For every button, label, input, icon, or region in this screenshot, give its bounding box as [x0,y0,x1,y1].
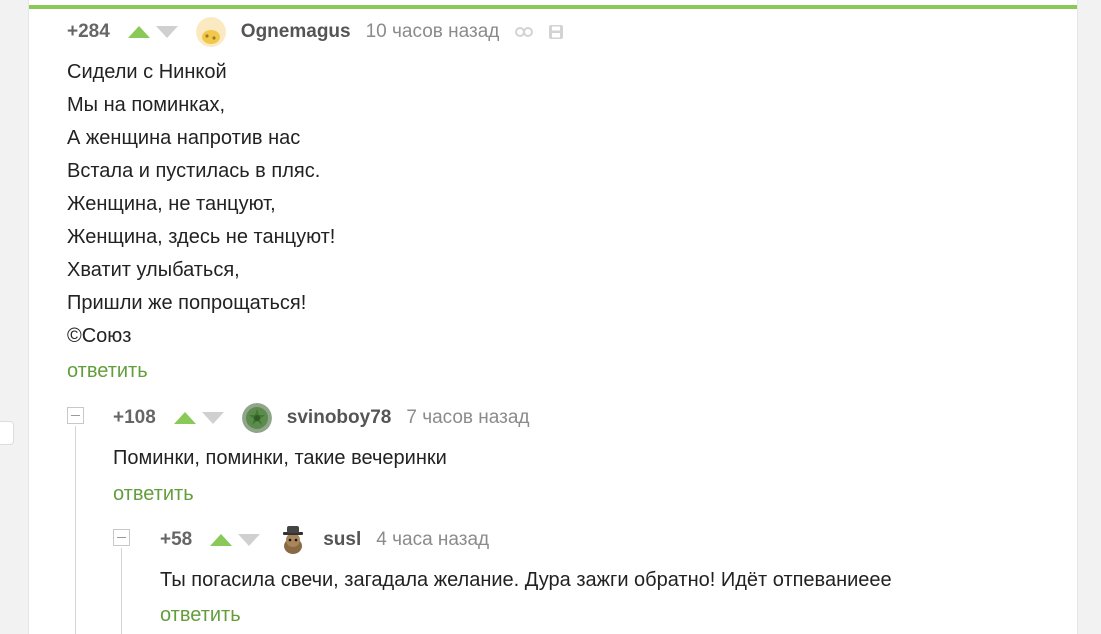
comment-line: Пришли же попрощаться! [67,292,307,314]
link-icon[interactable] [515,26,534,38]
comment-header: +108 svinoboy78 7 часов назад [113,403,530,433]
arrow-down-icon[interactable] [238,534,261,546]
avatar[interactable] [278,525,309,555]
comment-rating: +284 [67,21,110,42]
comments-card: +284 Ognemagus 10 часов назад Сидели с Н… [28,0,1078,634]
arrow-up-icon[interactable] [127,26,150,38]
reply-button[interactable]: ответить [67,360,148,383]
comment-time[interactable]: 10 часов назад [366,21,500,43]
comment-line: Ты погасила свечи, загадала желание. Дур… [160,569,892,591]
avatar[interactable] [195,17,226,47]
comment-header: +58 susl 4 часа назад [160,525,489,555]
comment-line: Поминки, поминки, такие вечеринки [113,447,447,469]
collapse-icon[interactable] [67,407,84,424]
comment-line: Женщина, не танцуют, [67,193,276,215]
comment-rating: +58 [160,529,193,550]
comment-line: Хватит улыбаться, [67,259,240,281]
comment-username[interactable]: Ognemagus [241,21,351,43]
thread-line[interactable] [121,548,122,634]
arrow-down-icon[interactable] [155,26,178,38]
comment-line: Женщина, здесь не танцуют! [67,226,336,248]
comment-text: Сидели с Нинкой Мы на поминках, А женщин… [67,56,335,353]
comment-line: Мы на поминках, [67,94,226,116]
comment-line: Встала и пустилась в пляс. [67,160,321,182]
collapse-icon[interactable] [113,529,130,546]
thread-line[interactable] [75,426,76,634]
comment-line: ©Союз [67,325,132,347]
comment-time[interactable]: 4 часа назад [376,529,489,551]
comment-line: А женщина напротив нас [67,127,301,149]
comment-rating: +108 [113,407,156,428]
save-icon[interactable] [549,25,564,39]
side-panel-tab[interactable] [0,421,14,445]
reply-button[interactable]: ответить [160,604,241,627]
arrow-up-icon[interactable] [173,412,196,424]
comment-text: Ты погасила свечи, загадала желание. Дур… [160,564,892,597]
comment-header: +284 Ognemagus 10 часов назад [67,17,564,47]
comment-username[interactable]: susl [323,529,361,551]
comment-line: Сидели с Нинкой [67,61,227,83]
arrow-down-icon[interactable] [201,412,224,424]
comment-text: Поминки, поминки, такие вечеринки [113,442,447,475]
top-accent-line [29,5,1077,9]
reply-button[interactable]: ответить [113,483,194,506]
avatar[interactable] [241,403,272,433]
comment-username[interactable]: svinoboy78 [287,407,392,429]
comment-time[interactable]: 7 часов назад [406,407,529,429]
arrow-up-icon[interactable] [210,534,233,546]
